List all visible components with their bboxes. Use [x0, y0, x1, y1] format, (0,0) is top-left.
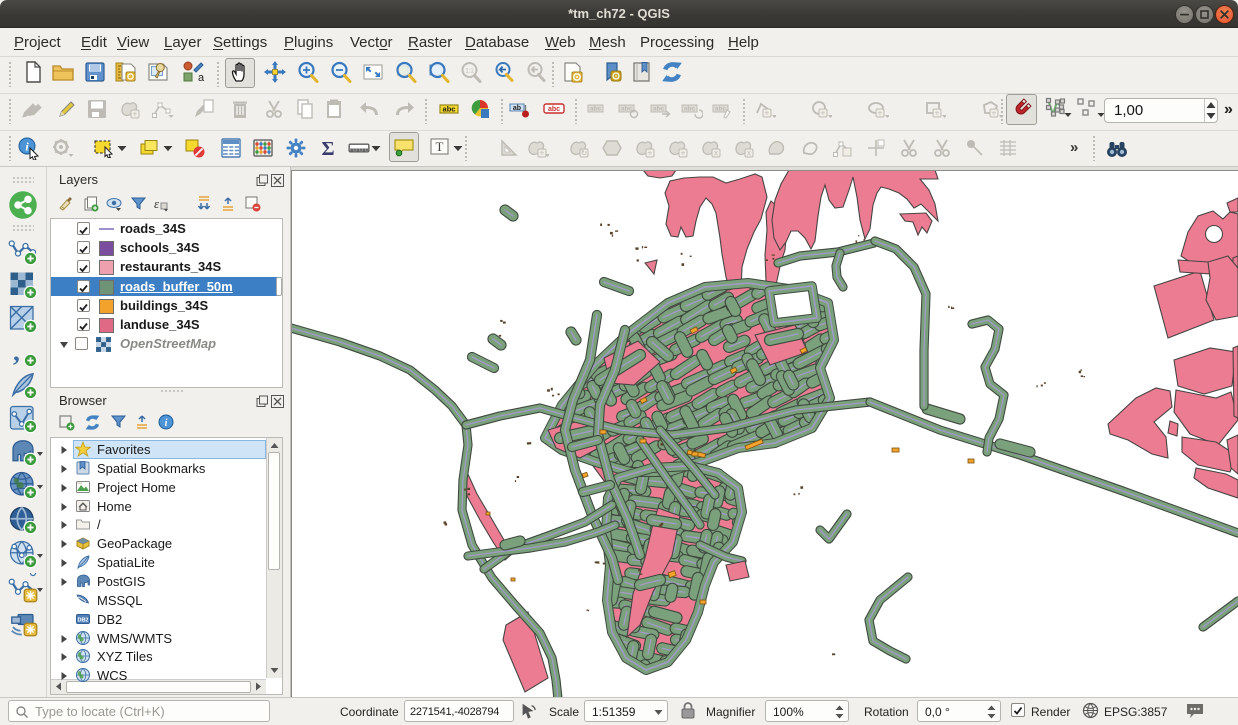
svg-text:ε: ε [154, 196, 160, 211]
svg-text:Σ: Σ [321, 138, 334, 160]
svg-text:DB2: DB2 [77, 618, 88, 624]
svg-text:x: x [714, 149, 718, 158]
svg-text:+: + [681, 149, 686, 158]
svg-text:i: i [165, 418, 168, 429]
svg-text:↻: ↻ [581, 149, 588, 158]
svg-text:+: + [935, 109, 940, 118]
svg-text:abc: abc [715, 106, 727, 113]
svg-text:+: + [540, 149, 545, 158]
svg-text:+: + [648, 149, 653, 158]
svg-text:+: + [765, 109, 770, 118]
svg-text:+: + [133, 110, 138, 119]
svg-text:T: T [436, 139, 444, 154]
svg-text:,: , [13, 338, 20, 367]
svg-text:1:1: 1:1 [465, 69, 474, 75]
svg-text:x: x [747, 149, 751, 158]
svg-text:abc: abc [443, 105, 456, 114]
svg-text:abc: abc [548, 106, 560, 113]
svg-text:a: a [198, 72, 205, 84]
svg-text:abc: abc [684, 106, 696, 113]
svg-text:abc: abc [653, 106, 665, 113]
svg-text:+: + [821, 109, 826, 118]
svg-text:abc: abc [590, 106, 602, 113]
svg-text:+: + [992, 109, 997, 118]
svg-text:ab: ab [513, 105, 521, 112]
svg-text:+: + [878, 109, 883, 118]
